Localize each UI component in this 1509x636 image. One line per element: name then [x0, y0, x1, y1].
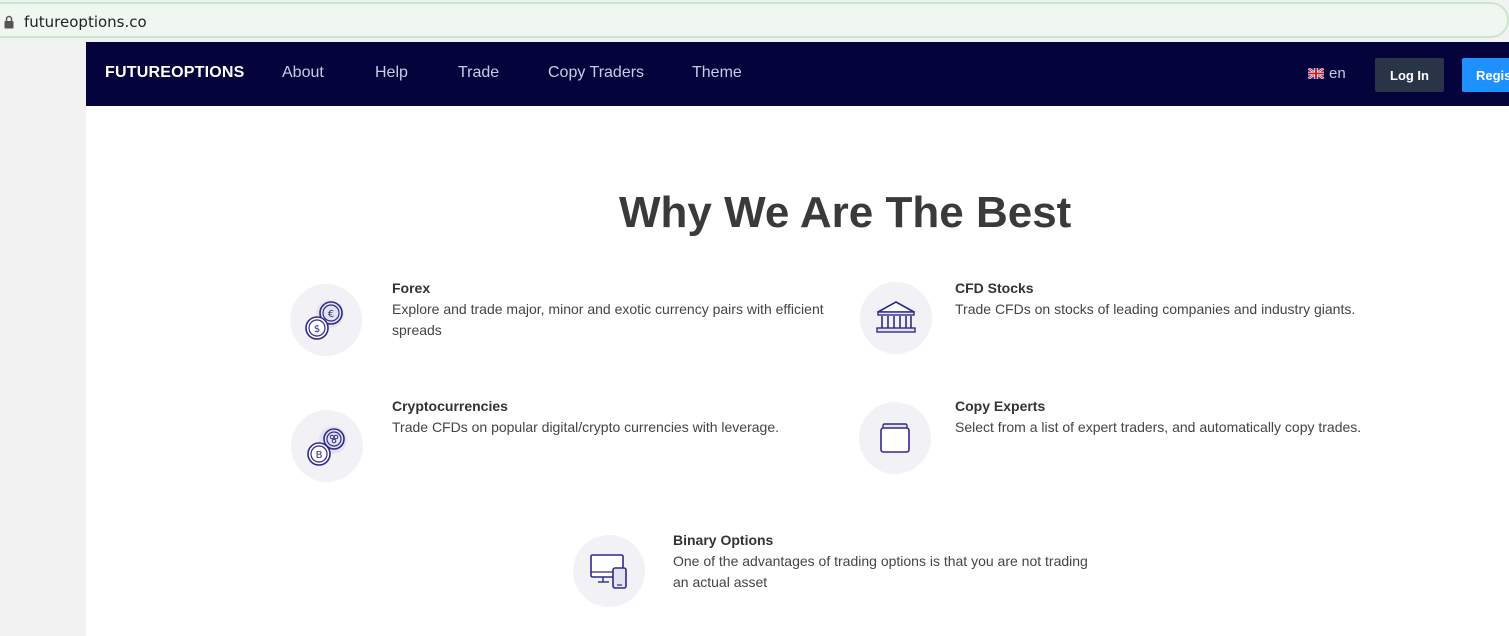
nav-help[interactable]: Help: [375, 64, 408, 82]
brand-logo[interactable]: FUTUREOPTIONS: [105, 64, 245, 82]
svg-text:€: €: [328, 309, 334, 320]
language-label: en: [1329, 65, 1346, 82]
devices-icon: [573, 535, 645, 607]
coins-icon: € $: [290, 284, 362, 356]
nav-theme[interactable]: Theme: [692, 64, 742, 82]
feature-title: Binary Options: [673, 532, 774, 548]
feature-title: Cryptocurrencies: [392, 398, 508, 414]
feature-title: CFD Stocks: [955, 280, 1034, 296]
nav-about[interactable]: About: [282, 64, 324, 82]
feature-description: Trade CFDs on popular digital/crypto cur…: [392, 419, 779, 435]
section-title: Why We Are The Best: [619, 188, 1072, 237]
url-field[interactable]: futureoptions.co: [0, 2, 1509, 38]
url-text: futureoptions.co: [24, 13, 147, 31]
nav-copy-traders[interactable]: Copy Traders: [548, 64, 644, 82]
bank-icon: [860, 282, 932, 354]
browser-address-bar: futureoptions.co: [0, 0, 1509, 42]
svg-text:$: $: [314, 324, 320, 335]
feature-description: Trade CFDs on stocks of leading companie…: [955, 301, 1356, 317]
page: FUTUREOPTIONS About Help Trade Copy Trad…: [86, 42, 1509, 636]
register-button[interactable]: Regis: [1462, 58, 1509, 92]
navbar: FUTUREOPTIONS About Help Trade Copy Trad…: [86, 42, 1509, 106]
feature-description: Select from a list of expert traders, an…: [955, 419, 1362, 435]
feature-description: Explore and trade major, minor and exoti…: [392, 301, 824, 338]
language-selector[interactable]: en: [1308, 65, 1346, 82]
nav-trade[interactable]: Trade: [458, 64, 499, 82]
login-button[interactable]: Log In: [1375, 58, 1444, 92]
svg-text:B: B: [316, 450, 323, 461]
crypto-coins-icon: B: [291, 410, 363, 482]
feature-description: One of the advantages of trading options…: [673, 553, 1088, 590]
feature-title: Forex: [392, 280, 431, 296]
feature-title: Copy Experts: [955, 398, 1046, 414]
uk-flag-icon: [1308, 68, 1324, 79]
lock-icon: [4, 15, 14, 29]
wallet-icon: [859, 402, 931, 474]
